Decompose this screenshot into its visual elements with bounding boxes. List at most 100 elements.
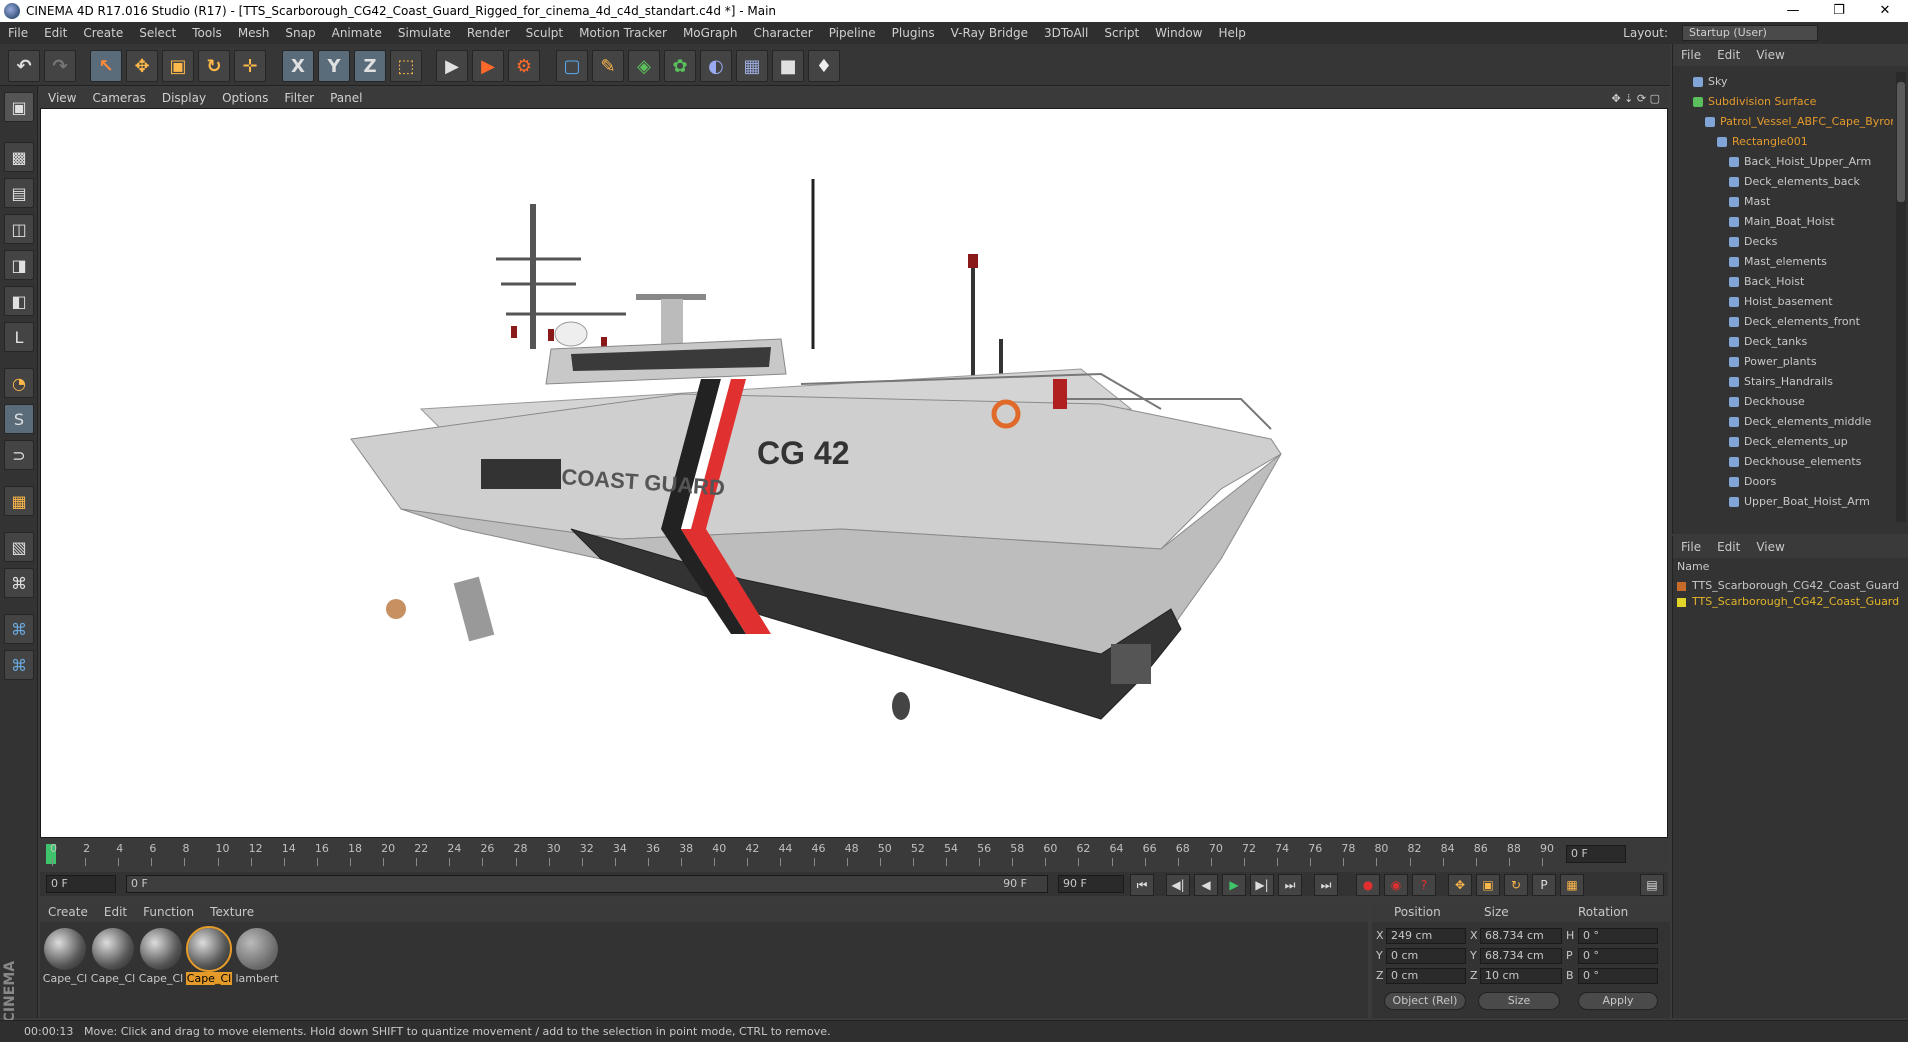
go-to-start-button[interactable]: ⏮: [1130, 874, 1154, 896]
size-y-field[interactable]: 68.734 cm: [1480, 948, 1562, 964]
key-position-button[interactable]: ✥: [1448, 874, 1472, 896]
axis-mode-button[interactable]: ◔: [4, 368, 34, 398]
material-menu-function[interactable]: Function: [135, 905, 202, 919]
close-button[interactable]: ✕: [1862, 0, 1908, 22]
menu-snap[interactable]: Snap: [277, 26, 323, 40]
x-axis-button[interactable]: X: [282, 50, 314, 82]
rot-p-field[interactable]: 0 °: [1578, 948, 1658, 964]
play-button[interactable]: ▶: [1222, 874, 1246, 896]
viewport-nav-icons[interactable]: ✥ ⇣ ⟳ ▢: [1603, 92, 1668, 105]
z-axis-button[interactable]: Z: [354, 50, 386, 82]
object-menu-view[interactable]: View: [1748, 48, 1792, 62]
object-menu-file[interactable]: File: [1673, 48, 1709, 62]
menu-help[interactable]: Help: [1210, 26, 1253, 40]
pos-z-field[interactable]: 0 cm: [1386, 968, 1466, 984]
take-item[interactable]: TTS_Scarborough_CG42_Coast_Guard: [1677, 578, 1903, 594]
polygons-mode-button[interactable]: L: [4, 322, 34, 352]
key-scale-button[interactable]: ▣: [1476, 874, 1500, 896]
y-axis-button[interactable]: Y: [318, 50, 350, 82]
workplane-mode-button[interactable]: ◫: [4, 214, 34, 244]
scale-tool-button[interactable]: ▣: [162, 50, 194, 82]
frame-range-slider[interactable]: 0 F 90 F: [126, 875, 1048, 893]
apply-button[interactable]: Apply: [1578, 992, 1658, 1010]
object-tree-item[interactable]: Subdivision Surface: [1673, 92, 1893, 112]
rot-h-field[interactable]: 0 °: [1578, 928, 1658, 944]
snap-button[interactable]: ▦: [4, 486, 34, 516]
rotate-tool-button[interactable]: ↻: [198, 50, 230, 82]
restore-button[interactable]: ❐: [1816, 0, 1862, 22]
solo-button[interactable]: ⊃: [4, 440, 34, 470]
object-tree-item[interactable]: Mast_elements: [1673, 252, 1893, 272]
object-tree-item[interactable]: Decks: [1673, 232, 1893, 252]
take-menu-file[interactable]: File: [1673, 540, 1709, 554]
menu-character[interactable]: Character: [745, 26, 820, 40]
viewport-menu-view[interactable]: View: [40, 91, 84, 105]
menu-sculpt[interactable]: Sculpt: [518, 26, 571, 40]
take-item[interactable]: TTS_Scarborough_CG42_Coast_Guard: [1677, 594, 1903, 610]
size-mode-select[interactable]: Size: [1478, 992, 1560, 1010]
viewport-menu-filter[interactable]: Filter: [276, 91, 322, 105]
object-tree-item[interactable]: Main_Boat_Hoist: [1673, 212, 1893, 232]
edges-mode-button[interactable]: ◧: [4, 286, 34, 316]
menu-vray-bridge[interactable]: V-Ray Bridge: [943, 26, 1036, 40]
material-menu-edit[interactable]: Edit: [96, 905, 135, 919]
select-tool-button[interactable]: ↖: [90, 50, 122, 82]
minimize-button[interactable]: —: [1770, 0, 1816, 22]
object-tree-scrollbar[interactable]: [1896, 72, 1906, 522]
next-frame-button[interactable]: ▶|: [1250, 874, 1274, 896]
redo-button[interactable]: ↷: [44, 50, 76, 82]
subdivision-surface-button[interactable]: ◈: [628, 50, 660, 82]
rot-b-field[interactable]: 0 °: [1578, 968, 1658, 984]
render-picture-viewer-button[interactable]: ▶: [472, 50, 504, 82]
menu-simulate[interactable]: Simulate: [390, 26, 459, 40]
object-tree-item[interactable]: Back_Hoist_Upper_Arm: [1673, 152, 1893, 172]
object-tree-item[interactable]: Power_plants: [1673, 352, 1893, 372]
pen-tool-button[interactable]: ✎: [592, 50, 624, 82]
menu-edit[interactable]: Edit: [36, 26, 75, 40]
menu-pipeline[interactable]: Pipeline: [821, 26, 884, 40]
prev-frame-button[interactable]: ◀: [1194, 874, 1218, 896]
camera-button[interactable]: ■: [772, 50, 804, 82]
object-tree-item[interactable]: Deck_tanks: [1673, 332, 1893, 352]
object-tree-item[interactable]: Deck_elements_back: [1673, 172, 1893, 192]
key-rotation-button[interactable]: ↻: [1504, 874, 1528, 896]
object-tree-item[interactable]: Deckhouse_elements: [1673, 452, 1893, 472]
autokey-button[interactable]: ◉: [1384, 874, 1408, 896]
viewport-menu-panel[interactable]: Panel: [322, 91, 370, 105]
menu-animate[interactable]: Animate: [324, 26, 390, 40]
object-tree-item[interactable]: Hoist_basement: [1673, 292, 1893, 312]
material-swatch[interactable]: Cape_Cl: [138, 928, 184, 988]
menu-tools[interactable]: Tools: [184, 26, 230, 40]
menu-create[interactable]: Create: [75, 26, 131, 40]
take-menu-edit[interactable]: Edit: [1709, 540, 1748, 554]
live-selection-button[interactable]: ✛: [234, 50, 266, 82]
record-keys-button[interactable]: ●: [1356, 874, 1380, 896]
pos-y-field[interactable]: 0 cm: [1386, 948, 1466, 964]
layout-select[interactable]: Startup (User): [1682, 25, 1818, 41]
locked-workplane-button[interactable]: ▧: [4, 532, 34, 562]
scrollbar-thumb[interactable]: [1897, 82, 1905, 202]
material-swatch[interactable]: lambert: [234, 928, 280, 988]
material-swatch-selected[interactable]: Cape_Cl: [186, 926, 232, 988]
object-tree-item[interactable]: Stairs_Handrails: [1673, 372, 1893, 392]
size-x-field[interactable]: 68.734 cm: [1480, 928, 1562, 944]
object-tree-item[interactable]: Patrol_Vessel_ABFC_Cape_Byron: [1673, 112, 1893, 132]
deformer-button[interactable]: ◐: [700, 50, 732, 82]
menu-mesh[interactable]: Mesh: [230, 26, 278, 40]
viewport-menu-display[interactable]: Display: [154, 91, 214, 105]
object-tree-item[interactable]: Upper_Boat_Hoist_Arm: [1673, 492, 1893, 512]
light-button[interactable]: ♦: [808, 50, 840, 82]
material-swatch[interactable]: Cape_Cl: [42, 928, 88, 988]
menu-window[interactable]: Window: [1147, 26, 1210, 40]
render-settings-button[interactable]: ⚙: [508, 50, 540, 82]
python-script-button[interactable]: ⌘: [4, 614, 34, 644]
key-pla-button[interactable]: ▦: [1560, 874, 1584, 896]
key-parameter-button[interactable]: P: [1532, 874, 1556, 896]
object-tree-item[interactable]: Deck_elements_front: [1673, 312, 1893, 332]
timeline-ruler[interactable]: 0 F 0 2 4 6 8 10 12 14 16 18 20 22 24 26 28 30 32 34 36 38 4…: [40, 840, 1668, 870]
next-keyframe-button[interactable]: ⏭: [1278, 874, 1302, 896]
take-menu-view[interactable]: View: [1748, 540, 1792, 554]
size-z-field[interactable]: 10 cm: [1480, 968, 1562, 984]
points-mode-button[interactable]: ◨: [4, 250, 34, 280]
pos-x-field[interactable]: 249 cm: [1386, 928, 1466, 944]
